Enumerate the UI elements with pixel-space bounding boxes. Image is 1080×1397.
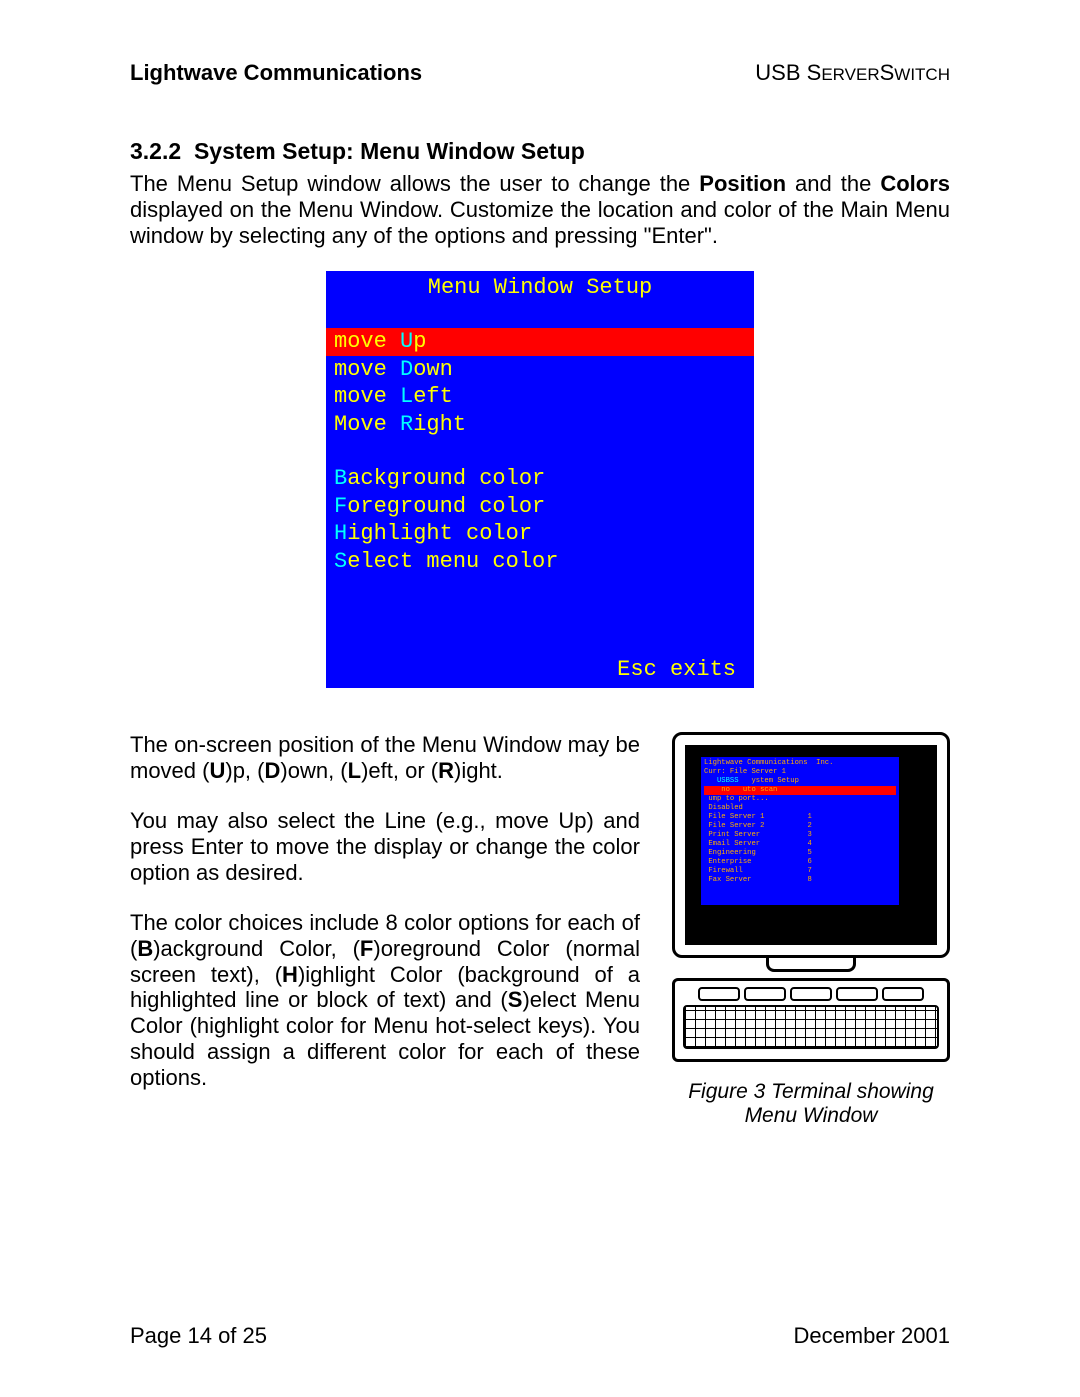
menu-item[interactable]: move Down bbox=[326, 356, 754, 384]
menu-item[interactable]: move Up bbox=[326, 328, 754, 356]
menu-item[interactable]: Foreground color bbox=[326, 493, 754, 521]
keyboard-icon bbox=[672, 978, 950, 1062]
section-heading: 3.2.2 System Setup: Menu Window Setup bbox=[130, 138, 950, 165]
menu-item[interactable]: Background color bbox=[326, 465, 754, 493]
menu-item[interactable]: move Left bbox=[326, 383, 754, 411]
body-p3: The color choices include 8 color option… bbox=[130, 910, 640, 1092]
mini-screen: Lightwave Communications Inc.Curr: File … bbox=[701, 757, 901, 907]
menu-footer: Esc exits bbox=[326, 656, 754, 688]
terminal-figure: Lightwave Communications Inc.Curr: File … bbox=[672, 732, 950, 1128]
menu-item[interactable]: Highlight color bbox=[326, 520, 754, 548]
menu-item[interactable]: Move Right bbox=[326, 411, 754, 439]
menu-title: Menu Window Setup bbox=[326, 271, 754, 302]
body-p2: You may also select the Line (e.g., move… bbox=[130, 808, 640, 886]
page-header: Lightwave Communications USB SERVERSWITC… bbox=[130, 60, 950, 86]
page-footer: Page 14 of 25 December 2001 bbox=[130, 1323, 950, 1349]
menu-window-setup-box: Menu Window Setup move Upmove Downmove L… bbox=[326, 271, 754, 688]
header-left: Lightwave Communications bbox=[130, 60, 422, 86]
figure-caption: Figure 3 Terminal showing Menu Window bbox=[672, 1080, 950, 1128]
footer-right: December 2001 bbox=[793, 1323, 950, 1349]
footer-left: Page 14 of 25 bbox=[130, 1323, 267, 1349]
monitor-icon: Lightwave Communications Inc.Curr: File … bbox=[672, 732, 950, 958]
power-led-icon bbox=[909, 933, 921, 937]
monitor-stand-icon bbox=[766, 958, 856, 972]
body-p1: The on-screen position of the Menu Windo… bbox=[130, 732, 640, 784]
intro-paragraph: The Menu Setup window allows the user to… bbox=[130, 171, 950, 249]
menu-item[interactable]: Select menu color bbox=[326, 548, 754, 576]
header-right: USB SERVERSWITCH bbox=[755, 60, 950, 86]
